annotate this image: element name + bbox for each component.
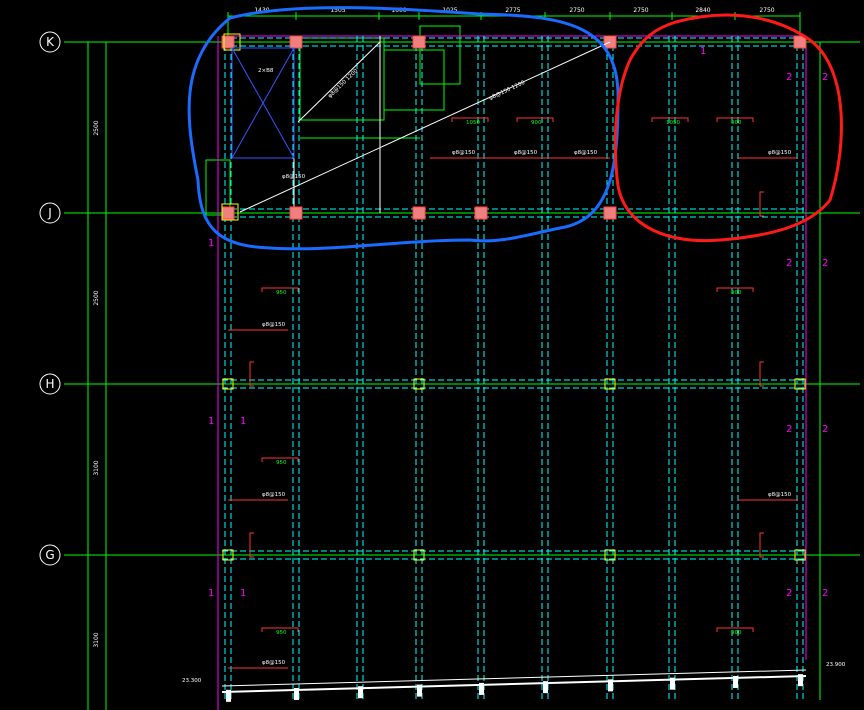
section-mark-two: 2: [822, 424, 828, 435]
section-mark-one: 1: [700, 46, 706, 57]
column-red: [412, 206, 426, 220]
red-highlight-outline: [613, 13, 843, 243]
red-bracket: [249, 532, 254, 558]
beam-note: φ8@150: [262, 492, 286, 498]
column-red: [289, 206, 303, 220]
bottom-post: [798, 674, 803, 687]
grid-lines: [64, 12, 860, 710]
bottom-post: [294, 687, 299, 700]
section-mark-two: 2: [822, 258, 828, 269]
red-annotations: [228, 117, 798, 669]
green-box: [383, 49, 445, 111]
beam-note: φ8@150: [768, 150, 792, 156]
elevation-left: 23.300: [182, 678, 202, 684]
axis-bubble-k: K: [39, 31, 61, 53]
section-mark-two: 2: [786, 588, 792, 599]
section-mark-one: 1: [240, 588, 246, 599]
section-mark-two: 2: [786, 424, 792, 435]
red-value-label: 950: [276, 290, 287, 296]
bottom-post: [358, 686, 363, 699]
beam-note: φ8@150: [768, 492, 792, 498]
opening-x: [231, 47, 295, 159]
elevation-right: 23.900: [826, 662, 846, 668]
red-value-label: 950: [276, 460, 287, 466]
section-mark-two: 2: [786, 258, 792, 269]
left-dim-value: 2500: [93, 120, 100, 135]
axis-label-g: G: [45, 548, 54, 562]
axis-bubble-h: H: [39, 373, 61, 395]
column-red: [412, 35, 426, 49]
opening-label: 2×B8: [258, 68, 274, 74]
red-value-label: 900: [731, 290, 742, 296]
bottom-post: [733, 675, 738, 688]
beam-note: φ8@150: [452, 150, 476, 156]
axis-bubble-g: G: [39, 544, 61, 566]
red-bracket: [759, 361, 764, 387]
section-mark-one: 1: [208, 238, 214, 249]
axis-bubble-j: J: [39, 202, 61, 224]
bottom-post: [670, 677, 675, 690]
column-red: [221, 206, 235, 220]
top-dim-value: 2750: [633, 7, 648, 14]
section-mark-two: 2: [822, 72, 828, 83]
bottom-post: [226, 689, 231, 702]
bottom-post: [608, 679, 613, 692]
red-bracket: [759, 191, 764, 217]
diag-label-3: φ8@150: [282, 174, 306, 180]
cad-drawing-canvas: 2×B8 φ8@150 1200 φ8@150 1200 φ8@150 1050…: [0, 0, 864, 710]
bottom-post: [417, 684, 422, 697]
left-dim-value: 2500: [93, 290, 100, 305]
section-mark-one: 1: [240, 416, 246, 427]
red-value-label: 1050: [466, 120, 480, 126]
red-bracket: [759, 532, 764, 558]
red-value-label: 1050: [666, 120, 680, 126]
columns-layer: [221, 33, 807, 561]
bottom-post: [543, 681, 548, 694]
axis-label-j: J: [47, 206, 52, 220]
diagonal-short: [297, 41, 381, 123]
red-value-label: 900: [731, 120, 742, 126]
section-mark-one: 1: [208, 416, 214, 427]
beam-note: φ8@150: [514, 150, 538, 156]
red-value-label: 950: [276, 630, 287, 636]
diag-label-2: φ8@150 1200: [488, 80, 526, 102]
red-value-label: 900: [531, 120, 542, 126]
beam-note: φ8@150: [262, 660, 286, 666]
beam-note: φ8@150: [262, 322, 286, 328]
diagonal-lines: [239, 41, 611, 213]
top-dim-value: 2750: [569, 7, 584, 14]
bottom-post: [479, 682, 484, 695]
top-dim-value: 2840: [695, 7, 710, 14]
slab-boundary: [217, 35, 807, 710]
red-bracket: [249, 361, 254, 387]
red-value-label: 900: [731, 630, 742, 636]
column-red: [474, 206, 488, 220]
axis-label-k: K: [46, 35, 55, 49]
diag-label-1: φ8@150 1200: [327, 68, 359, 100]
section-mark-two: 2: [822, 588, 828, 599]
top-dim-value: 2750: [759, 7, 774, 14]
diagonal-long: [239, 41, 611, 213]
section-mark-two: 2: [786, 72, 792, 83]
left-dim-value: 3100: [93, 632, 100, 647]
top-dim-value: 2775: [505, 7, 520, 14]
green-box: [419, 25, 461, 85]
beams-layer: [222, 36, 806, 700]
text-layer: 1050 1050 900 950 950 950 900 900 900 φ8@150 φ8@15…: [208, 46, 828, 666]
column-red: [603, 206, 617, 220]
axis-label-h: H: [45, 377, 54, 391]
left-dim-value: 3100: [93, 460, 100, 475]
section-mark-one: 1: [208, 588, 214, 599]
beam-note: φ8@150: [574, 150, 598, 156]
column-red: [289, 35, 303, 49]
bottom-edge: [221, 669, 807, 693]
